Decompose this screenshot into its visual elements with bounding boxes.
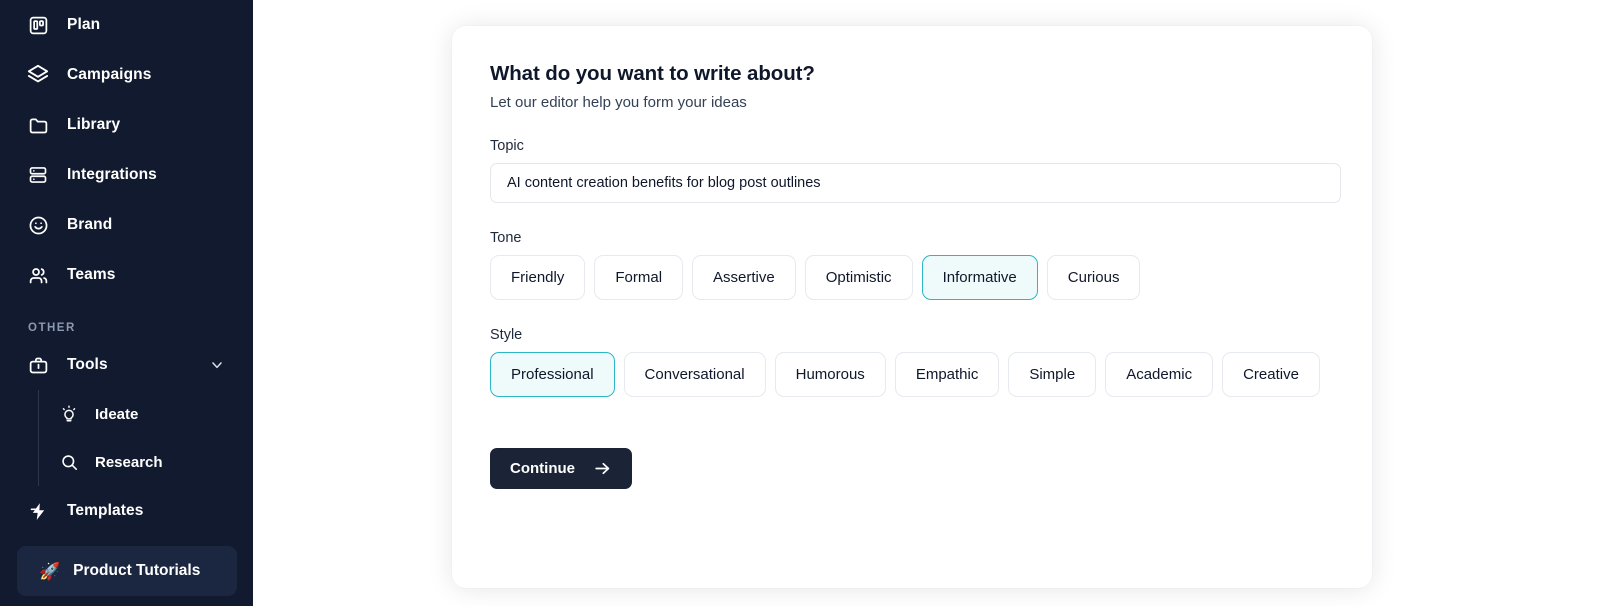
style-empathic[interactable]: Empathic — [894, 352, 1000, 397]
style-simple[interactable]: Simple — [1008, 352, 1097, 397]
sidebar-nav: Plan Campaigns Library Integrations Bran… — [0, 0, 253, 536]
sidebar-item-label: Integrations — [67, 166, 157, 183]
tone-friendly[interactable]: Friendly — [490, 255, 586, 300]
sidebar-item-integrations[interactable]: Integrations — [0, 150, 253, 200]
sidebar-subitem-label: Ideate — [95, 405, 139, 423]
board-icon — [27, 14, 49, 36]
page-subtitle: Let our editor help you form your ideas — [490, 94, 747, 111]
sidebar-subnav-tools: Ideate Research — [38, 390, 253, 486]
style-options: Professional Conversational Humorous Empath… — [490, 352, 1334, 397]
sidebar-item-label: Templates — [67, 502, 144, 519]
topic-input[interactable] — [490, 163, 1341, 203]
style-professional[interactable]: Professional — [490, 352, 615, 397]
sidebar-item-brand[interactable]: Brand — [0, 200, 253, 250]
sidebar-subitem-label: Research — [95, 453, 163, 471]
style-label: Style — [490, 327, 523, 343]
topic-label: Topic — [490, 138, 524, 154]
continue-label: Continue — [510, 460, 575, 477]
sidebar-item-label: Plan — [67, 16, 101, 33]
style-creative[interactable]: Creative — [1222, 352, 1320, 397]
product-tutorials-button[interactable]: 🚀 Product Tutorials — [17, 546, 237, 596]
layers-icon — [27, 64, 49, 86]
chevron-down-icon[interactable] — [209, 357, 225, 373]
folder-icon — [27, 114, 49, 136]
lightbulb-icon — [59, 404, 79, 424]
sidebar-item-label: Brand — [67, 216, 113, 233]
lightning-icon — [27, 500, 49, 522]
tone-curious[interactable]: Curious — [1046, 255, 1141, 300]
tone-assertive[interactable]: Assertive — [692, 255, 796, 300]
continue-row: Continue — [490, 448, 1334, 489]
tone-informative[interactable]: Informative — [921, 255, 1038, 300]
briefcase-icon — [27, 354, 49, 376]
sidebar-item-tools[interactable]: Tools — [0, 340, 253, 390]
server-icon — [27, 164, 49, 186]
sidebar-item-library[interactable]: Library — [0, 100, 253, 150]
product-tutorials-label: Product Tutorials — [73, 562, 201, 579]
sidebar-item-templates[interactable]: Templates — [0, 486, 253, 536]
continue-button[interactable]: Continue — [490, 448, 632, 489]
main-content: What do you want to write about? Let our… — [253, 0, 1600, 606]
tone-optimistic[interactable]: Optimistic — [804, 255, 913, 300]
arrow-right-icon — [593, 459, 612, 478]
app-root: Plan Campaigns Library Integrations Bran… — [0, 0, 1600, 606]
sidebar-item-label: Tools — [67, 356, 108, 373]
rocket-icon: 🚀 — [39, 561, 61, 581]
sidebar-item-label: Campaigns — [67, 66, 152, 83]
sidebar-item-campaigns[interactable]: Campaigns — [0, 50, 253, 100]
write-about-card: What do you want to write about? Let our… — [452, 26, 1372, 588]
users-icon — [27, 264, 49, 286]
style-humorous[interactable]: Humorous — [774, 352, 886, 397]
sidebar: Plan Campaigns Library Integrations Bran… — [0, 0, 253, 606]
sidebar-item-ideate[interactable]: Ideate — [39, 390, 253, 438]
smiley-icon — [27, 214, 49, 236]
style-academic[interactable]: Academic — [1105, 352, 1214, 397]
sidebar-item-label: Library — [67, 116, 121, 133]
sidebar-section-label: OTHER — [28, 322, 76, 334]
sidebar-item-research[interactable]: Research — [39, 438, 253, 486]
search-icon — [59, 452, 79, 472]
sidebar-item-plan[interactable]: Plan — [0, 0, 253, 50]
tone-label: Tone — [490, 230, 522, 246]
tone-formal[interactable]: Formal — [594, 255, 684, 300]
sidebar-item-teams[interactable]: Teams — [0, 250, 253, 300]
sidebar-item-label: Teams — [67, 266, 116, 283]
style-conversational[interactable]: Conversational — [623, 352, 766, 397]
tone-options: Friendly Formal Assertive Optimistic Informa… — [490, 255, 1334, 300]
page-title: What do you want to write about? — [490, 62, 815, 85]
